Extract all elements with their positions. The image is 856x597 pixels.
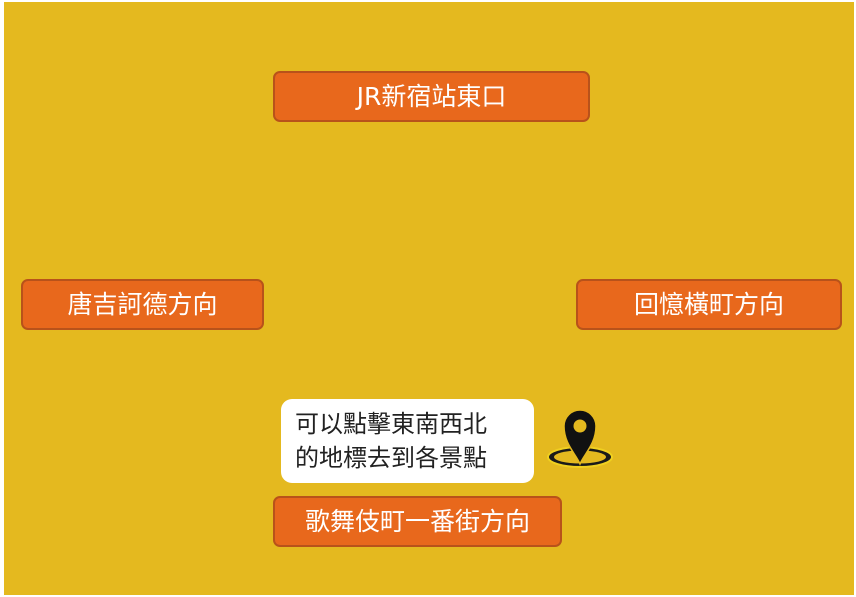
- hint-bubble: 可以點擊東南西北 的地標去到各景點: [281, 399, 534, 483]
- hint-line-1: 可以點擊東南西北: [295, 410, 487, 438]
- kabukicho-ichibangai-direction-button[interactable]: 歌舞伎町一番街方向: [273, 496, 562, 547]
- hint-line-2: 的地標去到各景點: [295, 444, 487, 472]
- map-panel: JR新宿站東口 唐吉訶德方向 回憶橫町方向 可以點擊東南西北 的地標去到各景點 …: [4, 2, 854, 595]
- map-pin-icon: [547, 409, 613, 468]
- omoide-yokocho-direction-button[interactable]: 回憶橫町方向: [576, 279, 842, 330]
- jr-shinjuku-east-exit-button[interactable]: JR新宿站東口: [273, 71, 590, 122]
- don-quijote-direction-button[interactable]: 唐吉訶德方向: [21, 279, 264, 330]
